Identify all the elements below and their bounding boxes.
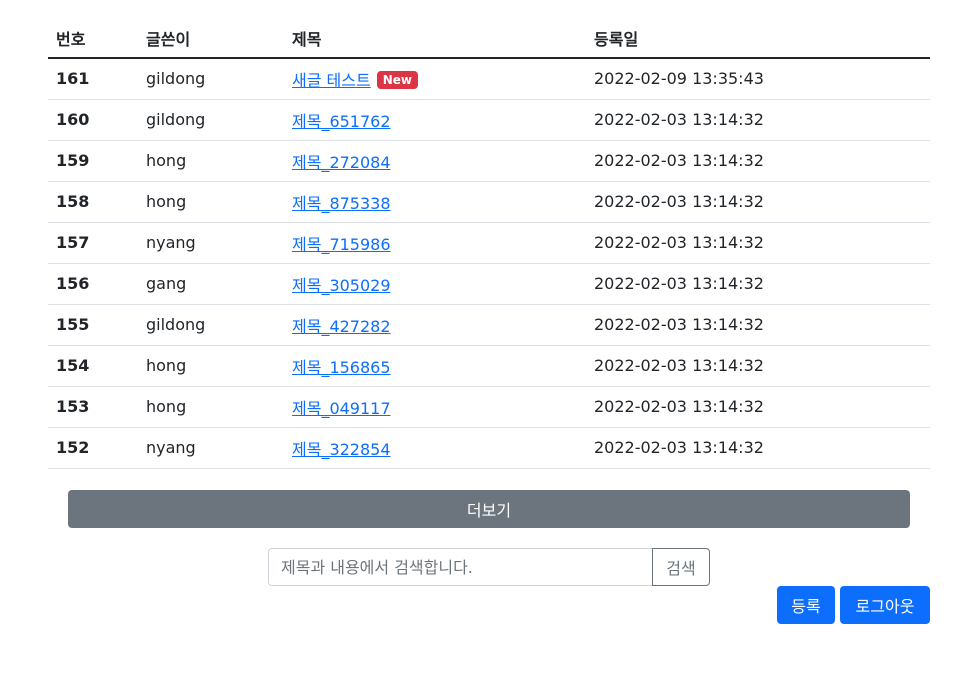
post-title-link[interactable]: 제목_322854 <box>292 440 391 459</box>
table-row: 157 nyang 제목_715986 2022-02-03 13:14:32 <box>48 222 930 264</box>
search-input[interactable] <box>268 548 652 586</box>
post-title-cell: 새글 테스트 New <box>284 58 586 100</box>
post-title-cell: 제목_651762 <box>284 99 586 141</box>
post-date: 2022-02-03 13:14:32 <box>586 181 930 223</box>
post-writer: nyang <box>138 427 284 469</box>
post-number: 156 <box>48 263 138 305</box>
post-title-cell: 제목_272084 <box>284 140 586 182</box>
post-writer: hong <box>138 345 284 387</box>
post-title-cell: 제목_427282 <box>284 304 586 346</box>
table-header-row: 번호 글쓴이 제목 등록일 <box>48 18 930 59</box>
post-writer: gildong <box>138 99 284 141</box>
post-title-link[interactable]: 제목_272084 <box>292 153 391 172</box>
board-page: 번호 글쓴이 제목 등록일 161 gildong 새글 테스트 New 2022-02… <box>0 0 977 691</box>
post-writer: nyang <box>138 222 284 264</box>
post-title-link[interactable]: 제목_156865 <box>292 358 391 377</box>
new-badge: New <box>376 70 418 89</box>
post-title-link[interactable]: 새글 테스트 <box>292 71 371 90</box>
post-title-cell: 제목_875338 <box>284 181 586 223</box>
post-date: 2022-02-03 13:14:32 <box>586 304 930 346</box>
table-row: 154 hong 제목_156865 2022-02-03 13:14:32 <box>48 345 930 387</box>
post-title-cell: 제목_156865 <box>284 345 586 387</box>
post-date: 2022-02-03 13:14:32 <box>586 222 930 264</box>
logout-button[interactable]: 로그아웃 <box>840 586 930 624</box>
register-button[interactable]: 등록 <box>777 586 835 624</box>
post-number: 152 <box>48 427 138 469</box>
post-number: 161 <box>48 58 138 100</box>
post-writer: hong <box>138 386 284 428</box>
search-button[interactable]: 검색 <box>652 548 710 586</box>
post-date: 2022-02-03 13:14:32 <box>586 99 930 141</box>
post-number: 157 <box>48 222 138 264</box>
post-number: 155 <box>48 304 138 346</box>
table-row: 155 gildong 제목_427282 2022-02-03 13:14:32 <box>48 304 930 346</box>
post-title-cell: 제목_305029 <box>284 263 586 305</box>
table-row: 160 gildong 제목_651762 2022-02-03 13:14:32 <box>48 99 930 141</box>
post-number: 153 <box>48 386 138 428</box>
load-more-button[interactable]: 더보기 <box>68 490 910 528</box>
post-title-link[interactable]: 제목_427282 <box>292 317 391 336</box>
post-date: 2022-02-03 13:14:32 <box>586 263 930 305</box>
table-body: 161 gildong 새글 테스트 New 2022-02-09 13:35:43 16… <box>48 58 930 469</box>
post-title-link[interactable]: 제목_715986 <box>292 235 391 254</box>
post-table: 번호 글쓴이 제목 등록일 161 gildong 새글 테스트 New 2022-02… <box>48 18 930 469</box>
post-title-link[interactable]: 제목_875338 <box>292 194 391 213</box>
post-writer: hong <box>138 181 284 223</box>
post-writer: gang <box>138 263 284 305</box>
post-title-link[interactable]: 제목_651762 <box>292 112 391 131</box>
post-title-cell: 제목_322854 <box>284 427 586 469</box>
post-writer: gildong <box>138 58 284 100</box>
header-title: 제목 <box>284 18 586 59</box>
post-writer: hong <box>138 140 284 182</box>
table-row: 156 gang 제목_305029 2022-02-03 13:14:32 <box>48 263 930 305</box>
table-row: 161 gildong 새글 테스트 New 2022-02-09 13:35:43 <box>48 58 930 100</box>
table-row: 152 nyang 제목_322854 2022-02-03 13:14:32 <box>48 427 930 469</box>
table-row: 158 hong 제목_875338 2022-02-03 13:14:32 <box>48 181 930 223</box>
post-number: 158 <box>48 181 138 223</box>
search-group: 검색 <box>268 548 710 586</box>
post-number: 154 <box>48 345 138 387</box>
post-date: 2022-02-03 13:14:32 <box>586 140 930 182</box>
post-date: 2022-02-09 13:35:43 <box>586 58 930 100</box>
table-row: 159 hong 제목_272084 2022-02-03 13:14:32 <box>48 140 930 182</box>
post-title-cell: 제목_715986 <box>284 222 586 264</box>
header-num: 번호 <box>48 18 138 59</box>
post-date: 2022-02-03 13:14:32 <box>586 427 930 469</box>
post-title-cell: 제목_049117 <box>284 386 586 428</box>
post-date: 2022-02-03 13:14:32 <box>586 345 930 387</box>
table-row: 153 hong 제목_049117 2022-02-03 13:14:32 <box>48 386 930 428</box>
post-writer: gildong <box>138 304 284 346</box>
header-date: 등록일 <box>586 18 930 59</box>
header-writer: 글쓴이 <box>138 18 284 59</box>
post-title-link[interactable]: 제목_049117 <box>292 399 391 418</box>
post-number: 160 <box>48 99 138 141</box>
post-number: 159 <box>48 140 138 182</box>
post-title-link[interactable]: 제목_305029 <box>292 276 391 295</box>
post-date: 2022-02-03 13:14:32 <box>586 386 930 428</box>
